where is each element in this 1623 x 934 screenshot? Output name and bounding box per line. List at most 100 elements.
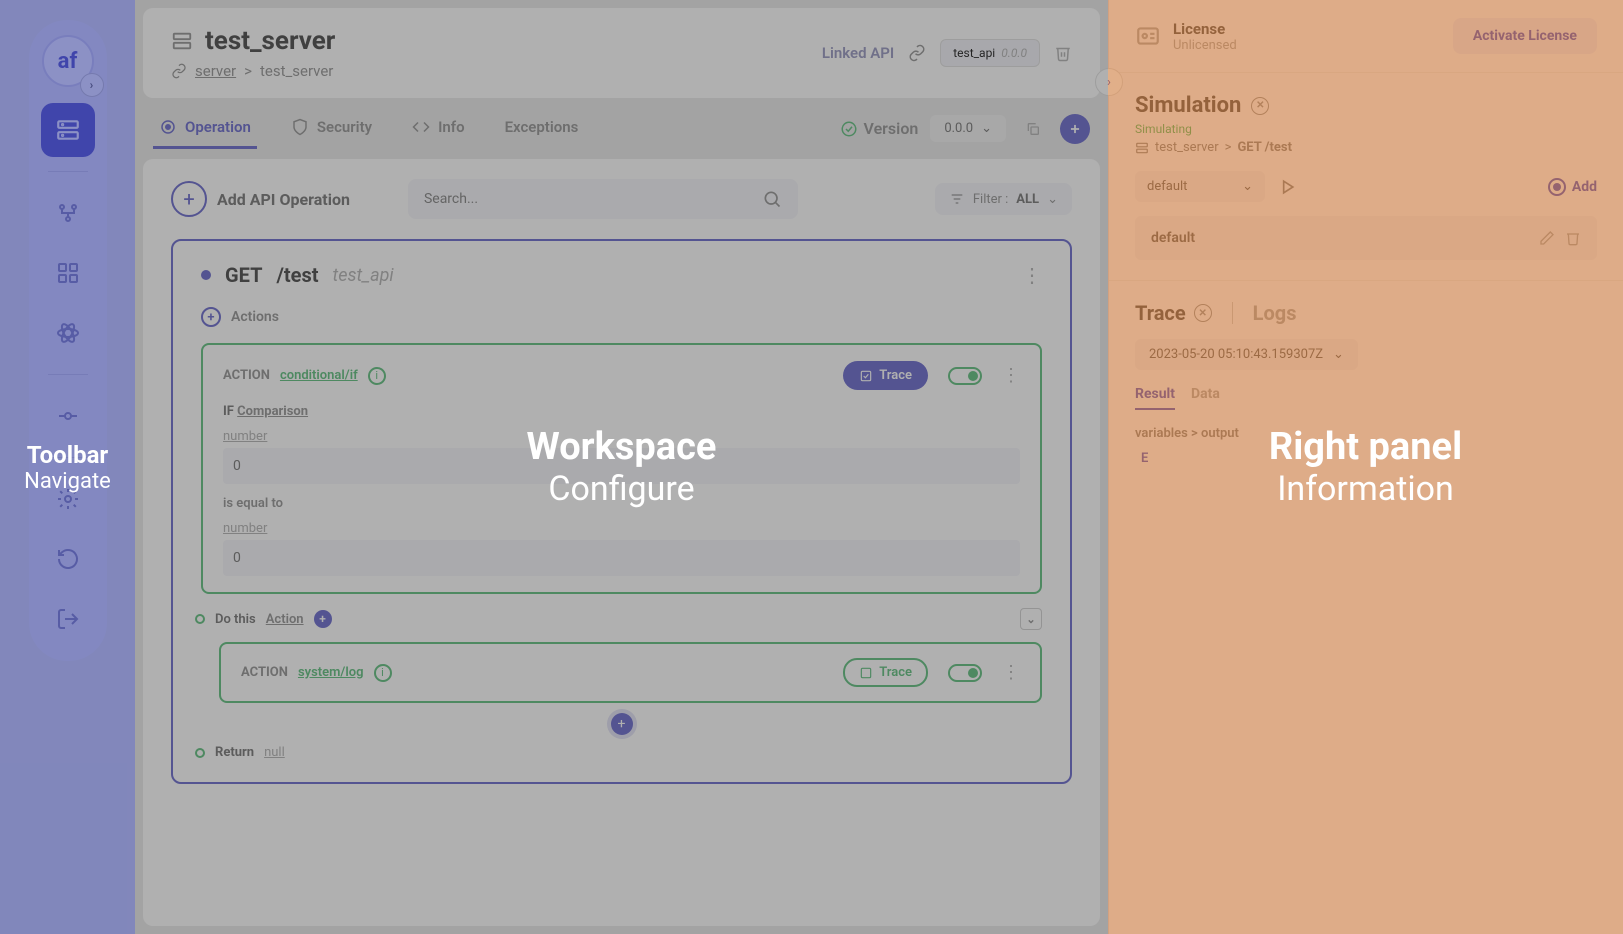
toolbar-item-settings[interactable]	[41, 472, 95, 526]
action-toggle[interactable]	[948, 367, 982, 385]
return-row: Return null	[215, 745, 1042, 760]
delete-button[interactable]	[1054, 44, 1072, 62]
toolbar-item-commit[interactable]	[41, 389, 95, 443]
run-simulation-button[interactable]	[1277, 177, 1297, 197]
breadcrumb: server > test_server	[171, 62, 335, 80]
logout-icon	[56, 607, 80, 631]
trace-button[interactable]: Trace	[843, 361, 928, 390]
filter-icon	[949, 191, 965, 207]
api-version: 0.0.0	[1001, 46, 1027, 60]
edit-button[interactable]	[1539, 230, 1555, 246]
toolbar-item-logout[interactable]	[41, 592, 95, 646]
api-name: test_api	[953, 46, 995, 60]
collapse-panel-button[interactable]: ›	[1095, 68, 1123, 96]
info-icon[interactable]: i	[374, 664, 392, 682]
divider	[48, 171, 88, 172]
comparison-field-2[interactable]	[223, 540, 1020, 576]
version-dropdown[interactable]: 0.0.0 ⌄	[930, 115, 1006, 142]
add-sub-action-button[interactable]: +	[314, 610, 332, 628]
check-circle-icon	[840, 120, 858, 138]
commit-icon	[56, 404, 80, 428]
toolbar-item-server[interactable]	[41, 103, 95, 157]
close-trace-button[interactable]: ✕	[1194, 304, 1212, 322]
action-type-link[interactable]: system/log	[298, 665, 364, 680]
operation-api: test_api	[333, 265, 394, 286]
search-box[interactable]	[408, 179, 798, 219]
add-button[interactable]	[1060, 114, 1090, 144]
divider	[48, 374, 88, 375]
data-tab[interactable]: Data	[1191, 386, 1220, 410]
field-type-link[interactable]: number	[223, 429, 1020, 444]
page-title: test_server	[205, 26, 335, 56]
chevron-down-icon: ⌄	[1242, 179, 1253, 194]
divider	[1232, 302, 1233, 324]
add-operation-button[interactable]: + Add API Operation	[171, 181, 350, 217]
copy-icon	[1025, 121, 1041, 137]
search-input[interactable]	[424, 191, 762, 207]
return-value-link[interactable]: null	[264, 745, 285, 760]
action-menu-button[interactable]: ⋮	[1002, 365, 1020, 386]
right-panel: › License Unlicensed Activate License Si…	[1108, 0, 1623, 934]
comparison-field-1[interactable]	[223, 448, 1020, 484]
collapse-button[interactable]: ⌄	[1020, 608, 1042, 630]
action-type-link[interactable]: conditional/if	[280, 368, 358, 383]
delete-button[interactable]	[1565, 230, 1581, 246]
action-menu-button[interactable]: ⋮	[1002, 662, 1020, 683]
chevron-down-icon: ⌄	[1333, 347, 1344, 362]
breadcrumb-root[interactable]: server	[195, 62, 236, 80]
app-logo[interactable]: af ›	[42, 35, 94, 87]
activate-license-button[interactable]: Activate License	[1453, 18, 1597, 54]
filter-dropdown[interactable]: Filter : ALL ⌄	[935, 183, 1072, 215]
add-simulation-button[interactable]: Add	[1548, 178, 1597, 196]
comparison-link[interactable]: Comparison	[237, 404, 308, 419]
copy-button[interactable]	[1018, 114, 1048, 144]
tab-operation[interactable]: Operation	[153, 108, 257, 149]
timestamp-dropdown[interactable]: 2023-05-20 05:10:43.159307Z ⌄	[1135, 339, 1358, 370]
trace-tab[interactable]: Trace ✕	[1135, 301, 1212, 325]
logs-tab[interactable]: Logs	[1253, 301, 1297, 325]
comparison-operator: is equal to	[223, 496, 1020, 511]
if-label: IF	[223, 404, 234, 419]
trace-icon	[859, 666, 873, 680]
tab-security[interactable]: Security	[285, 108, 378, 149]
trace-button[interactable]: Trace	[843, 658, 928, 687]
toolbar-column: af ›	[0, 0, 135, 934]
server-icon	[171, 30, 193, 52]
toolbar-item-branches[interactable]	[41, 186, 95, 240]
license-icon	[1135, 23, 1161, 49]
target-icon	[159, 118, 177, 136]
info-icon[interactable]: i	[368, 367, 386, 385]
insert-action-button[interactable]: +	[611, 713, 633, 735]
field-type-link[interactable]: number	[223, 521, 1020, 536]
toolbar-item-history[interactable]	[41, 532, 95, 586]
flow-dot	[195, 748, 205, 758]
api-badge[interactable]: test_api 0.0.0	[940, 39, 1040, 67]
action-toggle[interactable]	[948, 664, 982, 682]
shield-icon	[291, 118, 309, 136]
tabs-row: Operation Security Info Exceptions Versi…	[143, 108, 1100, 149]
actions-header: + Actions	[201, 307, 1042, 327]
tab-info[interactable]: Info	[406, 108, 471, 149]
simulation-dropdown[interactable]: default ⌄	[1135, 171, 1265, 202]
action-link[interactable]: Action	[266, 612, 304, 627]
filter-value: ALL	[1016, 192, 1039, 207]
trash-icon	[1054, 44, 1072, 62]
action-log: ACTION system/log i Trace ⋮	[219, 642, 1042, 703]
branches-icon	[56, 201, 80, 225]
close-simulation-button[interactable]: ✕	[1251, 97, 1269, 115]
expand-toolbar-button[interactable]: ›	[80, 73, 104, 97]
linked-api-label: Linked API	[822, 44, 894, 62]
operation-menu-button[interactable]: ⋮	[1022, 263, 1042, 287]
toolbar-item-atom[interactable]	[41, 306, 95, 360]
license-bar: License Unlicensed Activate License	[1109, 0, 1623, 73]
toolbar-item-modules[interactable]	[41, 246, 95, 300]
simulation-item[interactable]: default	[1135, 216, 1597, 260]
server-icon	[55, 117, 81, 143]
result-tab[interactable]: Result	[1135, 386, 1175, 410]
tab-label: Exceptions	[505, 118, 579, 136]
tab-exceptions[interactable]: Exceptions	[499, 108, 585, 149]
add-action-button[interactable]: +	[201, 307, 221, 327]
simulation-section: Simulation ✕ Simulating test_server > GE…	[1109, 73, 1623, 281]
action-conditional: ACTION conditional/if i Trace ⋮ IF Compa…	[201, 343, 1042, 594]
collapse-indicator[interactable]: E	[1141, 451, 1597, 466]
